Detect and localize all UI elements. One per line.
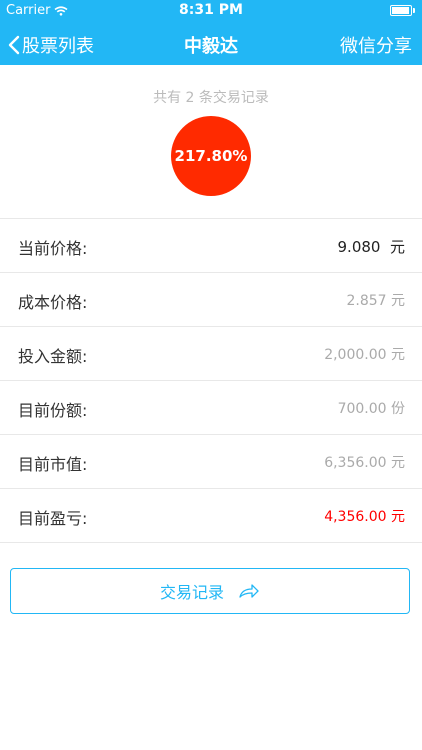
row-market-value: 目前市值: 6,356.00 元 (0, 434, 422, 488)
summary-section: 共有 2 条交易记录 217.80% (0, 65, 422, 218)
row-value: 6,356.00 元 (324, 455, 405, 471)
row-label: 目前市值: (18, 455, 88, 474)
row-value: 4,356.00 元 (324, 509, 405, 525)
row-label: 投入金额: (18, 347, 88, 366)
info-list: 当前价格: 9.080 元 成本价格: 2.857 元 投入金额: 2,000.… (0, 218, 422, 543)
row-current-price: 当前价格: 9.080 元 (0, 218, 422, 272)
header: Carrier 8:31 PM 股票列表 中毅达 微信分享 (0, 0, 422, 65)
row-label: 目前盈亏: (18, 509, 88, 528)
wechat-share-button[interactable]: 微信分享 (340, 32, 412, 58)
row-cost-price: 成本价格: 2.857 元 (0, 272, 422, 326)
row-label: 目前份额: (18, 401, 88, 420)
status-bar: Carrier 8:31 PM (0, 0, 422, 22)
share-arrow-icon (239, 584, 259, 598)
record-count-text: 共有 2 条交易记录 (153, 90, 269, 106)
profit-percent-badge: 217.80% (171, 116, 251, 196)
row-label: 成本价格: (18, 293, 88, 312)
row-current-shares: 目前份额: 700.00 份 (0, 380, 422, 434)
trade-records-button[interactable]: 交易记录 (10, 568, 410, 614)
row-profit-loss: 目前盈亏: 4,356.00 元 (0, 488, 422, 543)
row-value: 2,000.00 元 (324, 347, 405, 363)
battery-icon (390, 5, 415, 16)
row-value: 700.00 份 (337, 401, 405, 417)
status-time: 8:31 PM (179, 2, 243, 18)
trade-records-label: 交易记录 (159, 583, 224, 602)
row-value: 9.080 元 (337, 238, 405, 256)
row-value: 2.857 元 (346, 293, 405, 309)
navigation-bar: 股票列表 中毅达 微信分享 (0, 22, 422, 65)
row-invested-amount: 投入金额: 2,000.00 元 (0, 326, 422, 380)
row-label: 当前价格: (18, 239, 88, 258)
